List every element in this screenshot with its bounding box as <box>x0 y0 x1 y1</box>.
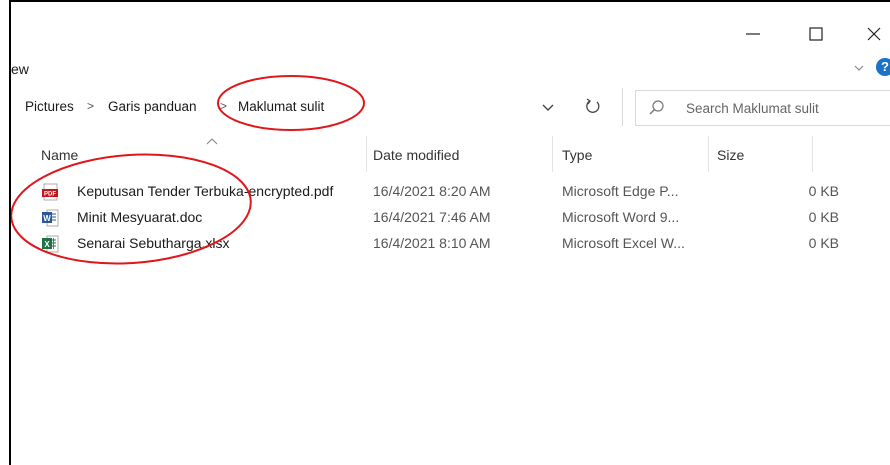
breadcrumb-pictures[interactable]: Pictures <box>25 99 74 114</box>
file-row[interactable]: W Minit Mesyuarat.doc 16/4/2021 7:46 AM … <box>39 207 839 229</box>
column-divider[interactable] <box>552 136 553 172</box>
search-icon <box>649 100 664 115</box>
file-size: 0 KB <box>808 209 839 225</box>
file-type: Microsoft Word 9... <box>562 209 680 225</box>
column-header-name[interactable]: Name <box>41 147 78 163</box>
file-explorer-window: ew ? Pictures > Garis panduan > Maklumat… <box>9 0 890 465</box>
chevron-down-icon[interactable] <box>540 98 556 116</box>
file-name: Senarai Sebutharga.xlsx <box>77 235 230 251</box>
column-divider[interactable] <box>366 136 367 172</box>
column-header-type[interactable]: Type <box>562 147 592 163</box>
maximize-button[interactable] <box>796 16 836 52</box>
search-box[interactable] <box>635 90 890 126</box>
breadcrumb-garis-panduan[interactable]: Garis panduan <box>108 99 197 114</box>
column-divider[interactable] <box>708 136 709 172</box>
svg-text:W: W <box>43 214 51 223</box>
file-name: Minit Mesyuarat.doc <box>77 209 203 225</box>
file-row[interactable]: X Senarai Sebutharga.xlsx 16/4/2021 8:10… <box>39 233 839 255</box>
help-icon[interactable]: ? <box>876 58 890 76</box>
file-date-modified: 16/4/2021 7:46 AM <box>373 209 491 225</box>
close-icon <box>867 27 881 41</box>
chevron-down-icon[interactable] <box>851 58 867 78</box>
refresh-icon[interactable] <box>583 96 603 116</box>
file-name: Keputusan Tender Terbuka-encrypted.pdf <box>77 183 334 199</box>
breadcrumb-maklumat-sulit[interactable]: Maklumat sulit <box>238 99 324 114</box>
address-bar[interactable]: Pictures > Garis panduan > Maklumat suli… <box>11 88 623 126</box>
excel-file-icon: X <box>42 235 59 253</box>
file-date-modified: 16/4/2021 8:10 AM <box>373 235 491 251</box>
breadcrumb-separator[interactable]: > <box>220 99 227 113</box>
column-divider[interactable] <box>812 136 813 172</box>
column-header-size[interactable]: Size <box>717 147 744 163</box>
minimize-icon <box>746 33 760 35</box>
column-header-date-modified[interactable]: Date modified <box>373 147 459 163</box>
sort-ascending-icon <box>206 138 218 145</box>
close-button[interactable] <box>854 16 890 52</box>
minimize-button[interactable] <box>733 16 773 52</box>
file-row[interactable]: PDF Keputusan Tender Terbuka-encrypted.p… <box>39 181 839 203</box>
word-file-icon: W <box>42 209 59 227</box>
file-size: 0 KB <box>808 183 839 199</box>
svg-text:X: X <box>44 240 50 249</box>
svg-text:PDF: PDF <box>44 192 56 198</box>
file-size: 0 KB <box>808 235 839 251</box>
file-type: Microsoft Excel W... <box>562 235 685 251</box>
file-date-modified: 16/4/2021 8:20 AM <box>373 183 491 199</box>
breadcrumb-separator[interactable]: > <box>87 99 94 113</box>
maximize-icon <box>809 27 823 41</box>
file-type: Microsoft Edge P... <box>562 183 679 199</box>
search-input[interactable] <box>686 97 881 119</box>
ribbon-tab-view[interactable]: ew <box>11 61 29 77</box>
pdf-file-icon: PDF <box>42 183 58 201</box>
